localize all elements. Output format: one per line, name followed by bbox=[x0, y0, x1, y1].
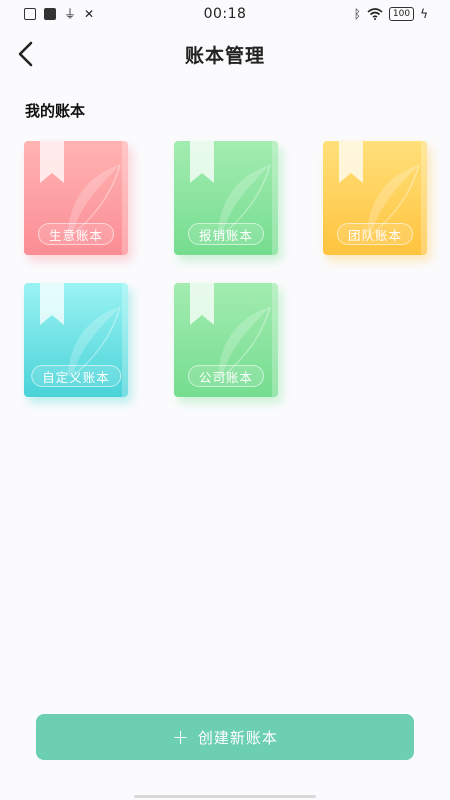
book-card-custom[interactable]: 自定义账本 bbox=[24, 283, 128, 397]
tools-icon: ✕ bbox=[84, 7, 95, 21]
status-bar: ⏚ ✕ 00:18 ᛒ 100 ϟ bbox=[0, 0, 450, 28]
book-label: 自定义账本 bbox=[31, 365, 121, 387]
section-title: 我的账本 bbox=[25, 102, 86, 120]
bookmark-icon bbox=[40, 141, 64, 183]
status-right-icons: ᛒ 100 ϟ bbox=[354, 7, 428, 21]
charging-icon: ϟ bbox=[420, 7, 428, 21]
nfc-icon bbox=[44, 8, 56, 20]
wifi-icon bbox=[367, 8, 383, 20]
bookmark-icon bbox=[190, 283, 214, 325]
plus-icon: + bbox=[172, 725, 190, 749]
usb-icon: ⏚ bbox=[64, 7, 77, 21]
back-button[interactable] bbox=[12, 40, 40, 68]
sim-icon bbox=[24, 8, 36, 20]
book-label: 公司账本 bbox=[187, 365, 265, 387]
book-card-reimbursement[interactable]: 报销账本 bbox=[174, 141, 278, 255]
bluetooth-icon: ᛒ bbox=[353, 7, 361, 21]
status-left-icons: ⏚ ✕ bbox=[24, 8, 94, 20]
battery-icon: 100 bbox=[388, 7, 415, 21]
header: 账本管理 bbox=[0, 28, 450, 80]
home-indicator[interactable] bbox=[134, 795, 316, 798]
page-title: 账本管理 bbox=[184, 44, 265, 67]
bookmark-icon bbox=[190, 141, 214, 183]
status-time: 00:18 bbox=[203, 6, 247, 22]
book-label: 报销账本 bbox=[187, 223, 265, 245]
book-label: 生意账本 bbox=[37, 223, 115, 245]
create-book-label: 创建新账本 bbox=[197, 728, 278, 747]
book-label: 团队账本 bbox=[336, 223, 414, 245]
chevron-left-icon bbox=[18, 41, 33, 67]
book-card-business[interactable]: 生意账本 bbox=[24, 141, 128, 255]
create-book-button[interactable]: + 创建新账本 bbox=[36, 714, 414, 760]
bookmark-icon bbox=[40, 283, 64, 325]
book-card-team[interactable]: 团队账本 bbox=[323, 141, 427, 255]
bookmark-icon bbox=[339, 141, 363, 183]
book-card-company[interactable]: 公司账本 bbox=[174, 283, 278, 397]
